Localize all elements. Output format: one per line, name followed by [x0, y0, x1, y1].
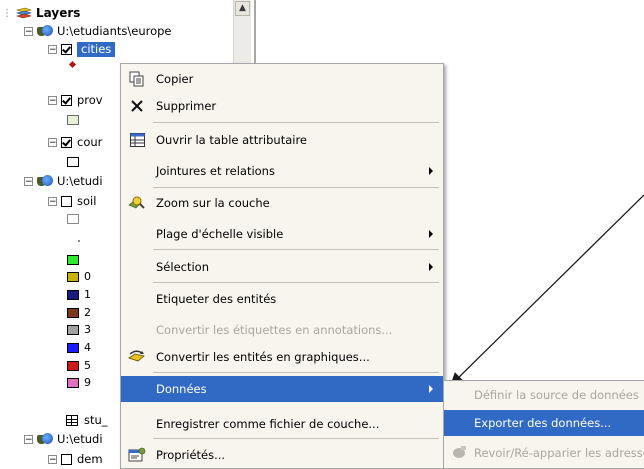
menu-separator: [153, 249, 439, 250]
menu-item-label: Zoom sur la couche: [156, 196, 270, 210]
submenu-arrow-icon: [429, 385, 433, 393]
menu-separator: [153, 122, 439, 123]
menu-item-selection[interactable]: Sélection: [121, 254, 443, 280]
layer-context-menu: Copier Supprimer Ouvrir la table attribu…: [120, 63, 444, 469]
menu-item-convert-labels: Convertir les étiquettes en annotations.…: [121, 317, 443, 343]
menu-item-label: Etiqueter des entités: [156, 292, 277, 306]
menu-item-delete[interactable]: Supprimer: [121, 93, 443, 119]
menu-item-label: Ouvrir la table attributaire: [156, 133, 308, 147]
data-submenu: Définir la source de données Exporter de…: [443, 380, 644, 469]
submenu-item-export-data[interactable]: Exporter des données...: [444, 410, 644, 436]
menu-separator: [153, 187, 439, 188]
menu-item-label: Données: [156, 382, 207, 396]
menu-separator: [153, 438, 439, 439]
menu-item-label: Supprimer: [156, 99, 217, 113]
menu-item-joins-relates[interactable]: Jointures et relations: [121, 158, 443, 184]
menu-item-data[interactable]: Données: [121, 376, 443, 402]
menu-item-label: Convertir les entités en graphiques...: [156, 350, 370, 364]
properties-icon: [128, 446, 146, 464]
menu-item-visible-scale-range[interactable]: Plage d'échelle visible: [121, 221, 443, 247]
submenu-item-label: Définir la source de données: [474, 388, 639, 402]
submenu-item-label: Exporter des données...: [474, 416, 612, 430]
menu-item-open-attribute-table[interactable]: Ouvrir la table attributaire: [121, 127, 443, 153]
menu-item-convert-features-to-graphics[interactable]: Convertir les entités en graphiques...: [121, 344, 443, 370]
submenu-arrow-icon: [429, 263, 433, 271]
submenu-item-set-data-source: Définir la source de données: [444, 382, 644, 408]
convert-graphics-icon: [128, 348, 146, 366]
submenu-item-label: Revoir/Ré-apparier les adresses: [474, 446, 644, 460]
delete-icon: [128, 97, 146, 115]
menu-item-label: Enregistrer comme fichier de couche...: [156, 417, 380, 431]
menu-item-label: Plage d'échelle visible: [156, 227, 284, 241]
submenu-arrow-icon: [429, 230, 433, 238]
menu-item-label: Propriétés...: [156, 448, 226, 462]
menu-item-label: Jointures et relations: [156, 164, 275, 178]
menu-separator: [153, 372, 439, 373]
menu-item-properties[interactable]: Propriétés...: [121, 442, 443, 468]
table-icon: [128, 131, 146, 149]
submenu-item-rematch-addresses: Revoir/Ré-apparier les adresses: [444, 440, 644, 466]
menu-item-label: Convertir les étiquettes en annotations.…: [156, 323, 393, 337]
submenu-arrow-icon: [429, 167, 433, 175]
menu-separator: [153, 282, 439, 283]
geocode-icon: [452, 445, 468, 462]
menu-item-save-as-layer-file[interactable]: Enregistrer comme fichier de couche...: [121, 411, 443, 437]
copy-icon: [128, 70, 146, 88]
menu-item-label-features[interactable]: Etiqueter des entités: [121, 286, 443, 312]
menu-item-label: Copier: [156, 72, 194, 86]
zoom-layer-icon: [128, 194, 146, 212]
menu-item-copy[interactable]: Copier: [121, 66, 443, 92]
menu-item-zoom-to-layer[interactable]: Zoom sur la couche: [121, 190, 443, 216]
menu-item-label: Sélection: [156, 260, 209, 274]
